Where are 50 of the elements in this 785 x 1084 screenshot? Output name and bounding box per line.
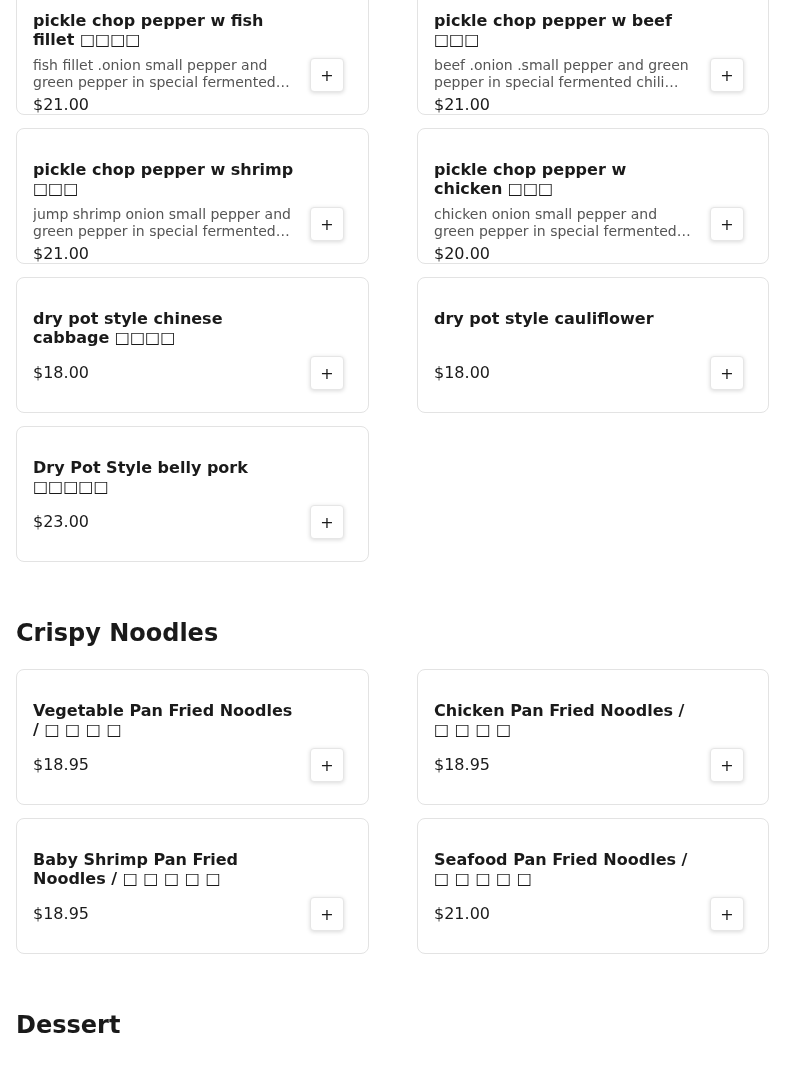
item-name: dry pot style chinese cabbage □□□□ xyxy=(33,309,224,347)
menu-item-card[interactable]: Vegetable Pan Fried Noodles / □ □ □ □ $18.95 + xyxy=(16,669,369,805)
item-description: jump shrimp onion small pepper and green pepper in special fermented… xyxy=(33,206,292,240)
item-name: pickle chop pepper w beef □□□ xyxy=(434,11,673,49)
item-name: pickle chop pepper w fish fillet □□□□ xyxy=(33,11,265,49)
add-button[interactable]: + xyxy=(710,356,744,390)
item-name: pickle chop pepper w chicken □□□ xyxy=(434,160,628,198)
section-heading: Crispy Noodles xyxy=(16,618,219,648)
add-button[interactable]: + xyxy=(710,58,744,92)
add-button[interactable]: + xyxy=(310,897,344,931)
item-description: fish fillet .onion small pepper and green pepper in special fermented… xyxy=(33,57,291,91)
item-price: $18.00 xyxy=(33,363,90,382)
add-button[interactable]: + xyxy=(310,748,344,782)
item-name: Baby Shrimp Pan Fried Noodles / □ □ □ □ □ xyxy=(33,850,240,888)
item-price: $21.00 xyxy=(33,95,90,114)
add-button[interactable]: + xyxy=(310,207,344,241)
item-price: $23.00 xyxy=(33,512,90,531)
add-button[interactable]: + xyxy=(310,58,344,92)
item-price: $18.95 xyxy=(33,904,90,923)
menu-item-card[interactable]: pickle chop pepper w shrimp □□□ jump shrimp onion small pepper and green pepper in special fermented… $21.00 + xyxy=(16,128,369,264)
add-button[interactable]: + xyxy=(710,897,744,931)
item-description: beef .onion .small pepper and green pepper in special fermented chili… xyxy=(434,57,690,91)
menu-item-card[interactable]: Dry Pot Style belly pork □□□□□ $23.00 + xyxy=(16,426,369,562)
item-price: $21.00 xyxy=(434,904,491,923)
add-button[interactable]: + xyxy=(310,505,344,539)
item-price: $20.00 xyxy=(434,244,491,263)
item-name: Chicken Pan Fried Noodles / □ □ □ □ xyxy=(434,701,686,739)
menu-item-card[interactable]: pickle chop pepper w beef □□□ beef .onion .small pepper and green pepper in special fermented chili… $21.00 + xyxy=(417,0,769,115)
item-name: dry pot style cauliflower xyxy=(434,309,655,330)
menu-item-card[interactable]: pickle chop pepper w fish fillet □□□□ fish fillet .onion small pepper and green pepper in special fermented… $21.00 + xyxy=(16,0,369,115)
item-price: $21.00 xyxy=(33,244,90,263)
menu-item-card[interactable]: dry pot style chinese cabbage □□□□ $18.00 + xyxy=(16,277,369,413)
menu-item-card[interactable]: dry pot style cauliflower $18.00 + xyxy=(417,277,769,413)
section-heading: Dessert xyxy=(16,1010,121,1040)
menu-item-card[interactable]: pickle chop pepper w chicken □□□ chicken onion small pepper and green pepper in special fermented… $20.00 + xyxy=(417,128,769,264)
item-name: pickle chop pepper w shrimp □□□ xyxy=(33,160,295,198)
item-price: $18.95 xyxy=(33,755,90,774)
item-price: $21.00 xyxy=(434,95,491,114)
add-button[interactable]: + xyxy=(710,748,744,782)
menu-item-card[interactable]: Baby Shrimp Pan Fried Noodles / □ □ □ □ □ $18.95 + xyxy=(16,818,369,954)
item-name: Vegetable Pan Fried Noodles / □ □ □ □ xyxy=(33,701,294,739)
item-name: Seafood Pan Fried Noodles / □ □ □ □ □ xyxy=(434,850,689,888)
add-button[interactable]: + xyxy=(710,207,744,241)
item-price: $18.95 xyxy=(434,755,491,774)
item-price: $18.00 xyxy=(434,363,491,382)
item-description: chicken onion small pepper and green pepper in special fermented… xyxy=(434,206,692,240)
menu-item-card[interactable]: Chicken Pan Fried Noodles / □ □ □ □ $18.95 + xyxy=(417,669,769,805)
menu-item-card[interactable]: Seafood Pan Fried Noodles / □ □ □ □ □ $21.00 + xyxy=(417,818,769,954)
item-name: Dry Pot Style belly pork □□□□□ xyxy=(33,458,249,496)
add-button[interactable]: + xyxy=(310,356,344,390)
